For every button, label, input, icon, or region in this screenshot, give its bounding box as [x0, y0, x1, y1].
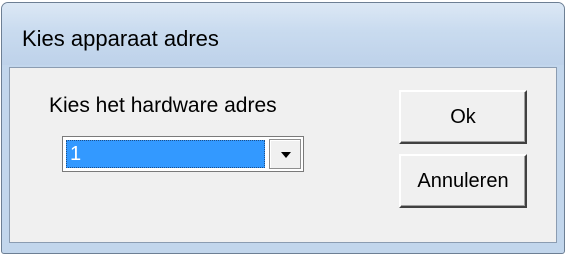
address-select-value-field[interactable]: 1 — [66, 140, 265, 168]
address-select-value: 1 — [70, 143, 82, 165]
address-select-dropdown-button[interactable] — [269, 139, 301, 169]
dialog-body: Kies het hardware adres 1 Ok Annuleren — [9, 67, 557, 243]
title-bar[interactable]: Kies apparaat adres — [2, 3, 564, 65]
address-select[interactable]: 1 — [62, 136, 304, 172]
hardware-address-label: Kies het hardware adres — [49, 94, 277, 117]
ok-button[interactable]: Ok — [399, 90, 527, 144]
dialog-window: Kies apparaat adres Kies het hardware ad… — [1, 2, 565, 254]
window-title: Kies apparaat adres — [22, 26, 219, 51]
chevron-down-icon — [281, 152, 291, 158]
cancel-button[interactable]: Annuleren — [399, 154, 527, 208]
